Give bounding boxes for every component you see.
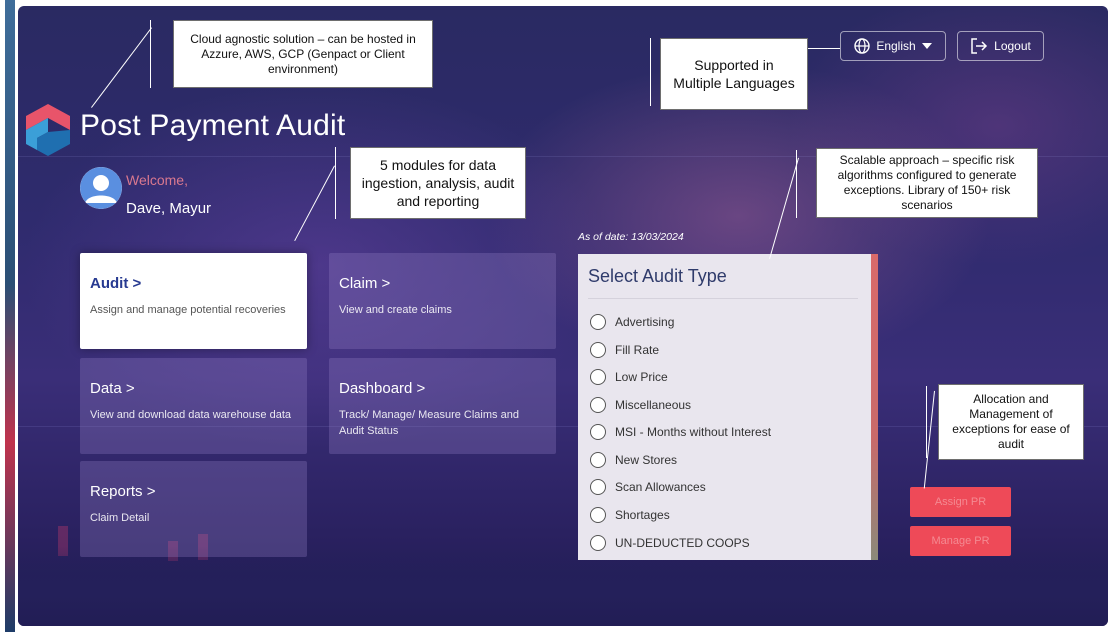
divider — [588, 298, 858, 299]
option-label: Scan Allowances — [615, 480, 706, 494]
annotation-line — [808, 48, 840, 50]
radio-button[interactable] — [590, 369, 606, 385]
welcome-text: Welcome, — [126, 172, 188, 188]
left-edge — [0, 0, 4, 632]
callout-modules: 5 modules for data ingestion, analysis, … — [350, 147, 526, 219]
option-label: MSI - Months without Interest — [615, 425, 772, 439]
option-label: Miscellaneous — [615, 398, 692, 412]
avatar[interactable] — [80, 167, 122, 209]
audit-option-fill-rate[interactable]: Fill Rate — [590, 340, 659, 360]
logout-label: Logout — [994, 39, 1031, 53]
audit-option-low-price[interactable]: Low Price — [590, 367, 668, 387]
manage-pr-button[interactable]: Manage PR — [910, 526, 1011, 556]
option-label: UN-DEDUCTED COOPS — [615, 536, 750, 550]
annotation-line — [90, 27, 152, 108]
audit-option-shortages[interactable]: Shortages — [590, 505, 670, 525]
app-logo-icon — [26, 104, 70, 156]
module-title: Claim > — [339, 275, 391, 292]
radio-button[interactable] — [590, 535, 606, 551]
callout-languages: Supported in Multiple Languages — [660, 38, 808, 110]
audit-option-advertising[interactable]: Advertising — [590, 312, 674, 332]
module-title: Dashboard > — [339, 380, 426, 397]
module-description: Assign and manage potential recoveries — [90, 304, 286, 316]
module-title: Data > — [90, 380, 135, 397]
radio-button[interactable] — [590, 424, 606, 440]
annotation-line — [335, 147, 337, 219]
language-selector[interactable]: English — [840, 31, 946, 61]
audit-type-panel: Select Audit Type Advertising Fill Rate … — [578, 254, 878, 560]
option-label: Shortages — [615, 508, 670, 522]
audit-option-scan-allowances[interactable]: Scan Allowances — [590, 477, 706, 497]
radio-button[interactable] — [590, 479, 606, 495]
option-label: Fill Rate — [615, 343, 660, 357]
audit-option-new-stores[interactable]: New Stores — [590, 450, 677, 470]
annotation-line — [768, 157, 799, 259]
user-icon — [80, 167, 122, 209]
globe-icon — [854, 38, 871, 54]
callout-scalable: Scalable approach – specific risk algori… — [816, 148, 1038, 218]
audit-option-miscellaneous[interactable]: Miscellaneous — [590, 395, 691, 415]
radio-button[interactable] — [590, 342, 606, 358]
annotation-line — [650, 38, 652, 106]
module-card-audit[interactable]: Audit > Assign and manage potential reco… — [80, 253, 307, 349]
panel-title: Select Audit Type — [588, 266, 727, 286]
module-description: Track/ Manage/ Measure Claims and Audit … — [339, 409, 519, 437]
radio-button[interactable] — [590, 397, 606, 413]
module-card-dashboard[interactable]: Dashboard > Track/ Manage/ Measure Claim… — [329, 358, 556, 454]
bottom-band — [18, 546, 1108, 626]
assign-pr-button[interactable]: Assign PR — [910, 487, 1011, 517]
caret-down-icon — [921, 43, 932, 49]
module-card-data[interactable]: Data > View and download data warehouse … — [80, 358, 307, 454]
callout-text: Scalable approach – specific risk algori… — [837, 153, 1017, 212]
callout-text: Allocation and Management of exceptions … — [952, 392, 1070, 451]
left-accent-bar — [5, 0, 15, 632]
module-title: Reports > — [90, 483, 156, 500]
module-title: Audit > — [90, 275, 142, 292]
as-of-date: As of date: 13/03/2024 — [578, 231, 684, 243]
option-label: Advertising — [615, 315, 675, 329]
language-label: English — [876, 39, 916, 53]
module-card-claim[interactable]: Claim > View and create claims — [329, 253, 556, 349]
option-label: New Stores — [615, 453, 678, 467]
logout-icon — [971, 38, 988, 54]
radio-button[interactable] — [590, 507, 606, 523]
callout-allocation: Allocation and Management of exceptions … — [938, 384, 1084, 460]
radio-button[interactable] — [590, 314, 606, 330]
annotation-line — [294, 165, 335, 242]
callout-text: 5 modules for data ingestion, analysis, … — [361, 157, 515, 209]
callout-text: Cloud agnostic solution – can be hosted … — [190, 31, 416, 76]
module-description: View and download data warehouse data — [90, 409, 292, 421]
callout-cloud: Cloud agnostic solution – can be hosted … — [173, 20, 433, 88]
audit-option-msi[interactable]: MSI - Months without Interest — [590, 422, 771, 442]
module-description: View and create claims — [339, 304, 452, 316]
radio-button[interactable] — [590, 452, 606, 468]
logout-button[interactable]: Logout — [957, 31, 1044, 61]
module-card-reports[interactable]: Reports > Claim Detail — [80, 461, 307, 557]
audit-option-un-deducted-coops[interactable]: UN-DEDUCTED COOPS — [590, 533, 750, 553]
module-description: Claim Detail — [90, 512, 150, 524]
app-window: Post Payment Audit English Logout Welcom… — [18, 6, 1108, 626]
option-label: Low Price — [615, 370, 668, 384]
callout-text: Supported in Multiple Languages — [673, 57, 795, 91]
app-title: Post Payment Audit — [80, 109, 346, 142]
user-name: Dave, Mayur — [126, 200, 212, 217]
